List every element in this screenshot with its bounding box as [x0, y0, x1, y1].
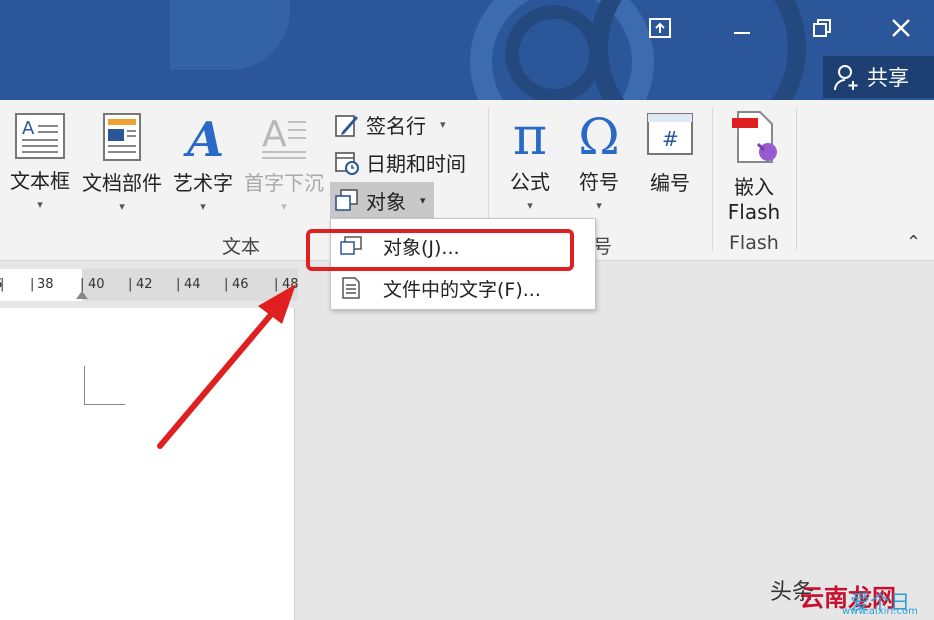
- watermark-url: www.aixiri.com: [842, 606, 918, 617]
- annotation-arrow: [157, 284, 296, 449]
